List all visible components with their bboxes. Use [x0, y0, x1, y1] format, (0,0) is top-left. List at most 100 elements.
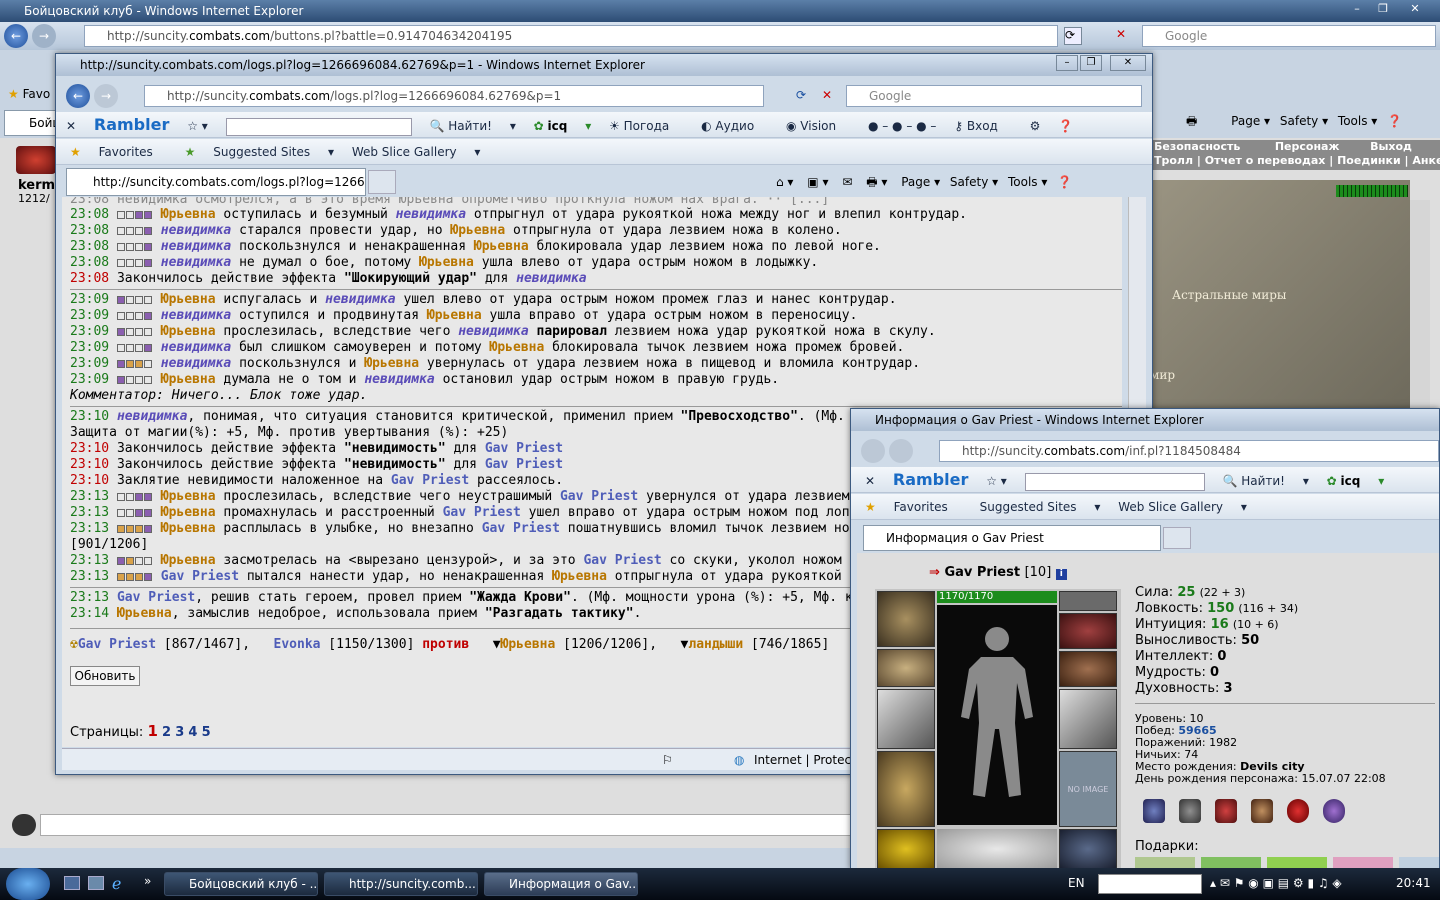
nav-character[interactable]: Персонаж [1275, 140, 1340, 153]
close-button[interactable]: ✕ [1400, 1, 1430, 19]
weather-button[interactable]: ☀ Погода [609, 119, 683, 133]
log-player[interactable]: невидимка [161, 356, 231, 371]
help-icon[interactable]: ❓ [1057, 175, 1072, 189]
switch-windows-icon[interactable] [88, 876, 104, 890]
back-button[interactable]: ← [4, 24, 28, 48]
menu-tools[interactable]: Tools [1338, 114, 1368, 128]
log-player[interactable]: Юрьевна [427, 308, 482, 323]
favorites-star-icon[interactable]: ★ [8, 87, 19, 101]
audio-button[interactable]: ◐ Аудио [701, 119, 768, 133]
log-player[interactable]: Gav Priest [560, 489, 638, 504]
page-link[interactable]: 5 [202, 725, 211, 740]
ring-slot[interactable] [1059, 613, 1117, 649]
info-address-bar[interactable]: http://suncity.combats.com/inf.pl?118450… [939, 440, 1439, 462]
log-player[interactable]: невидимка [516, 271, 586, 286]
find-button[interactable]: 🔍 Найти! ▾ [429, 119, 515, 133]
summary-player[interactable]: Юрьевна [501, 637, 556, 652]
log-player[interactable]: Юрьевна [161, 521, 216, 536]
log-player[interactable]: Gav Priest [391, 473, 469, 488]
log-player[interactable]: Юрьевна [161, 489, 216, 504]
taskbar-button[interactable]: Бойцовский клуб - ... [164, 872, 318, 896]
log-tab[interactable]: http://suncity.combats.com/logs.pl?log=1… [66, 168, 366, 196]
rambler-search-input[interactable] [225, 117, 412, 136]
refresh-button[interactable]: Обновить [70, 666, 140, 686]
badge-icon[interactable] [1251, 799, 1273, 823]
weapon-left-slot[interactable] [877, 689, 935, 749]
page-link[interactable]: 4 [188, 725, 197, 740]
log-player[interactable]: Gav Priest [485, 441, 563, 456]
log-max-button[interactable]: ❐ [1080, 55, 1102, 71]
home-icon[interactable]: ⌂ ▾ [776, 175, 793, 189]
help-icon[interactable]: ❓ [1387, 114, 1402, 128]
nav-exit[interactable]: Выход [1370, 140, 1412, 153]
maximize-button[interactable]: ❐ [1370, 1, 1396, 19]
log-refresh-icon[interactable]: ⟳ [796, 88, 806, 102]
log-player[interactable]: Юрьевна [364, 356, 419, 371]
info-icon[interactable]: i [1055, 569, 1067, 580]
misc-icons[interactable]: ● – ● – ● – [868, 119, 936, 133]
log-back-button[interactable]: ← [66, 84, 90, 108]
nav-battles[interactable]: Поединки [1337, 154, 1401, 167]
log-player[interactable]: Юрьевна [161, 292, 216, 307]
log-player[interactable]: невидимка [161, 223, 231, 238]
log-player[interactable]: Юрьевна [552, 569, 607, 584]
badge-icon[interactable] [1287, 799, 1309, 823]
log-player[interactable]: Gav Priest [485, 457, 563, 472]
help-icon[interactable]: ❓ [1058, 119, 1073, 133]
log-search-input[interactable]: Google [846, 85, 1142, 107]
menu-page[interactable]: Page [901, 175, 930, 189]
log-player[interactable]: Юрьевна [450, 223, 505, 238]
icq-button[interactable]: ✿ icq ▾ [1327, 474, 1385, 488]
log-player[interactable]: Юрьевна [161, 372, 216, 387]
info-tab[interactable]: Информация о Gav Priest [863, 525, 1161, 551]
print-icon[interactable]: 🖶 ▾ [866, 175, 887, 189]
vision-button[interactable]: ◉ Vision [786, 119, 850, 133]
show-desktop-icon[interactable] [64, 876, 80, 890]
log-close-button[interactable]: ✕ [1110, 55, 1146, 71]
web-slice-button[interactable]: Web Slice Gallery ▾ [352, 145, 481, 159]
star-icon[interactable]: ☆ ▾ [187, 119, 208, 133]
log-min-button[interactable]: – [1056, 55, 1078, 71]
log-player[interactable]: невидимка [458, 324, 528, 339]
favorites-button[interactable]: ★ Favorites [865, 500, 962, 514]
info-forward-button[interactable] [889, 439, 913, 463]
taskbar-button[interactable]: Информация о Gav... [484, 872, 638, 896]
log-address-bar[interactable]: http://suncity.combats.com/logs.pl?log=1… [144, 85, 764, 107]
log-player[interactable]: Юрьевна [161, 505, 216, 520]
refresh-icon[interactable]: ⟳ [1064, 27, 1082, 45]
page-link[interactable]: 2 [162, 725, 171, 740]
forward-button[interactable]: → [32, 24, 56, 48]
log-player[interactable]: Юрьевна [161, 324, 216, 339]
stop-icon[interactable]: ✕ [1112, 27, 1130, 45]
toolbar-close-icon[interactable]: ✕ [865, 474, 875, 488]
weapon-right-slot[interactable] [1059, 689, 1117, 749]
ring-slot[interactable] [1059, 591, 1117, 611]
taskbar-button[interactable]: http://suncity.comb... [324, 872, 478, 896]
add-favorites-icon[interactable]: ★ [185, 145, 196, 159]
quicklaunch-more[interactable]: » [144, 874, 151, 888]
favorites-label[interactable]: Favo [23, 87, 51, 101]
log-player[interactable]: Gav Priest [443, 505, 521, 520]
summary-player[interactable]: Gav Priest [78, 637, 156, 652]
log-player[interactable]: Gav Priest [583, 553, 661, 568]
settings-icon[interactable]: ⚙ [1030, 119, 1041, 133]
badge-icon[interactable] [1179, 799, 1201, 823]
login-button[interactable]: ⚷ Вход [954, 119, 1012, 133]
log-player[interactable]: невидимка [161, 239, 231, 254]
menu-tools[interactable]: Tools [1008, 175, 1038, 189]
game-map[interactable]: Астральные миры мир [1150, 180, 1410, 410]
log-player[interactable]: невидимка [161, 340, 231, 355]
nav-security[interactable]: Безопасность [1154, 140, 1240, 153]
gloves-slot[interactable] [1059, 651, 1117, 687]
log-stop-icon[interactable]: ✕ [822, 88, 832, 102]
ie-quicklaunch-icon[interactable]: ℯ [112, 874, 121, 893]
new-tab-button[interactable] [368, 170, 396, 194]
log-player[interactable]: Gav Priest [482, 521, 560, 536]
print-icon[interactable]: 🖶 [1186, 114, 1197, 128]
web-slice-button[interactable]: Web Slice Gallery ▾ [1118, 500, 1247, 514]
suggested-sites-button[interactable]: Suggested Sites ▾ [213, 145, 334, 159]
main-search-input[interactable]: Google [1142, 25, 1436, 47]
find-button[interactable]: 🔍 Найти! ▾ [1222, 474, 1308, 488]
log-forward-button[interactable]: → [94, 84, 118, 108]
armor-slot[interactable] [877, 751, 935, 827]
